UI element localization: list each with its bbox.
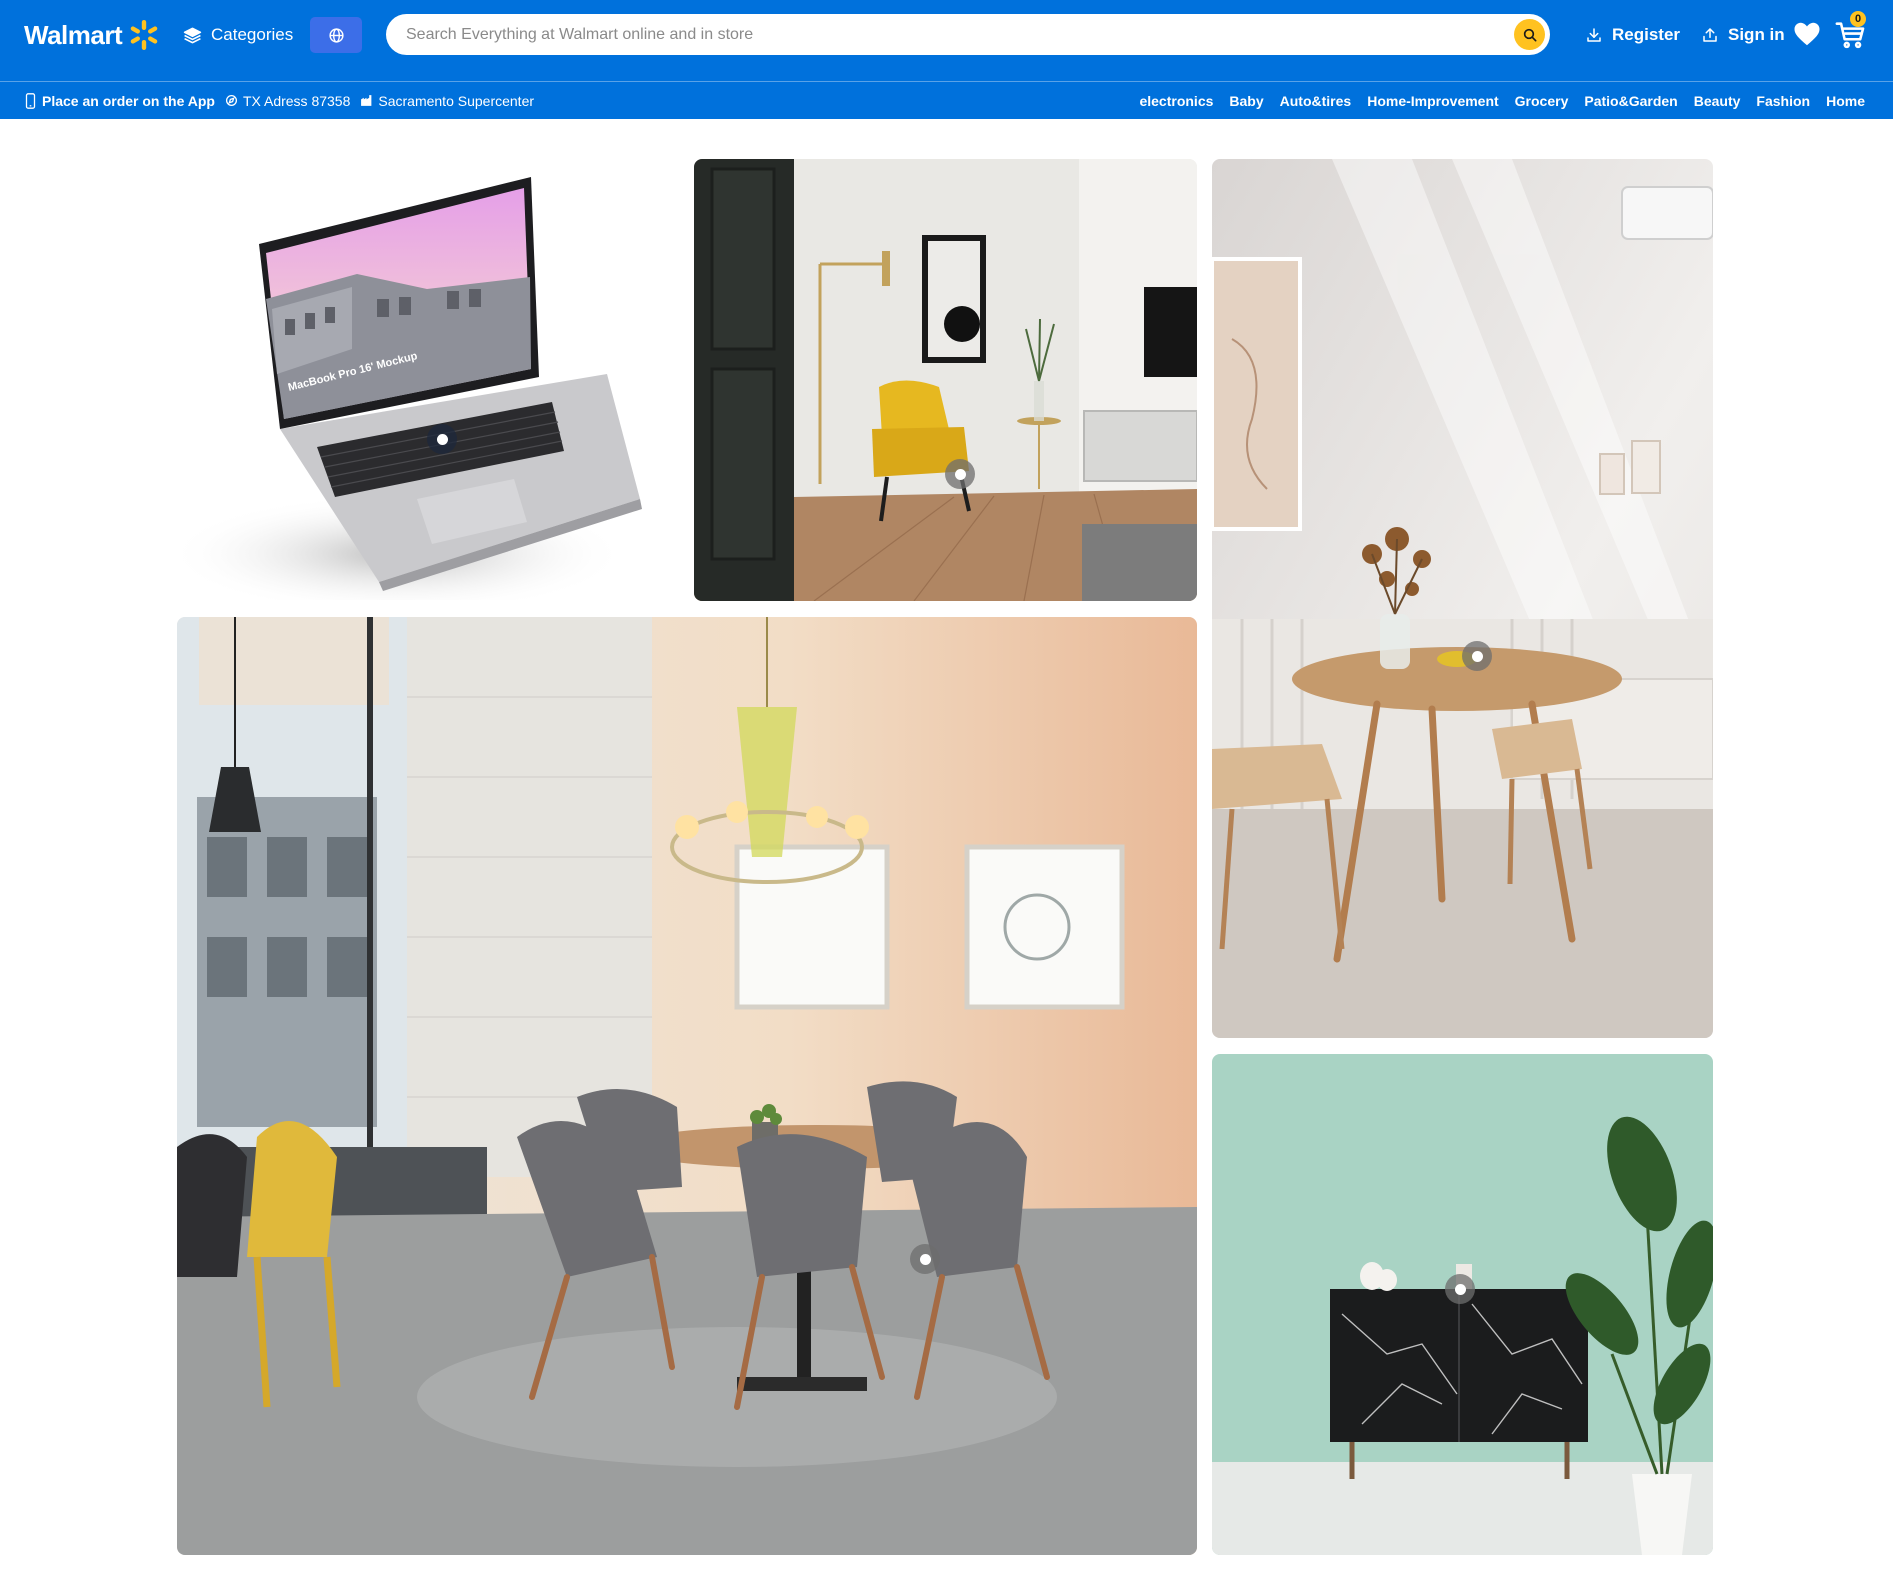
address-link[interactable]: TX Adress 87358	[225, 93, 350, 109]
store-icon	[361, 95, 372, 106]
app-order-label: Place an order on the App	[42, 92, 215, 109]
marble-cabinet-image	[1212, 1054, 1713, 1555]
nav-patio-garden[interactable]: Patio&Garden	[1584, 93, 1677, 109]
search-button[interactable]	[1514, 19, 1545, 50]
search-icon	[1523, 28, 1536, 41]
top-header: Walmart Categories Search Everything at …	[0, 0, 1893, 81]
nav-home[interactable]: Home	[1826, 93, 1865, 109]
gallery-tile-dining-corner[interactable]	[1212, 159, 1713, 1038]
store-label: Sacramento Supercenter	[378, 92, 535, 109]
phone-icon	[25, 92, 36, 109]
department-nav: electronics Baby Auto&tires Home-Improve…	[1139, 82, 1865, 119]
armchair-room-image	[694, 159, 1197, 601]
globe-icon	[328, 27, 344, 43]
hotspot-armchair[interactable]	[945, 459, 975, 489]
gallery-tile-loft-dining[interactable]	[177, 617, 1197, 1555]
dining-corner-image	[1212, 159, 1713, 1038]
nav-grocery[interactable]: Grocery	[1515, 93, 1569, 109]
search-input[interactable]	[406, 14, 1486, 55]
hotspot-marble-cabinet[interactable]	[1445, 1274, 1475, 1304]
wishlist-heart-icon[interactable]	[1792, 19, 1822, 49]
categories-label: Categories	[211, 25, 294, 44]
app-order-link[interactable]: Place an order on the App	[24, 93, 215, 109]
hotspot-dining-corner[interactable]	[1462, 641, 1492, 671]
download-icon	[1587, 28, 1601, 42]
register-label: Register	[1612, 25, 1681, 44]
sub-header: Place an order on the App TX Adress 8735…	[0, 81, 1893, 119]
gallery-tile-armchair[interactable]	[694, 159, 1197, 601]
signin-link[interactable]: Sign in	[1701, 22, 1785, 48]
spark-icon	[130, 20, 158, 50]
nav-home-improvement[interactable]: Home-Improvement	[1367, 93, 1498, 109]
address-label: TX Adress 87358	[242, 92, 351, 109]
store-link[interactable]: Sacramento Supercenter	[360, 93, 534, 109]
search-bar	[386, 14, 1550, 55]
nav-fashion[interactable]: Fashion	[1756, 93, 1810, 109]
laptop-image: MacBook Pro 16' Mockup	[177, 159, 686, 600]
location-bar: Place an order on the App TX Adress 8735…	[24, 82, 534, 119]
register-link[interactable]: Register	[1585, 22, 1680, 48]
cart-count-badge: 0	[1850, 11, 1866, 27]
signin-label: Sign in	[1728, 25, 1785, 44]
gallery-tile-marble-cabinet[interactable]	[1212, 1054, 1713, 1555]
upload-icon	[1703, 28, 1717, 42]
hotspot-laptop[interactable]	[427, 424, 457, 454]
hotspot-loft-dining[interactable]	[910, 1244, 940, 1274]
walmart-logo[interactable]: Walmart	[24, 16, 160, 54]
loft-dining-image	[177, 617, 1197, 1555]
location-icon	[225, 94, 237, 107]
nav-electronics[interactable]: electronics	[1139, 93, 1213, 109]
gallery-tile-laptop[interactable]: MacBook Pro 16' Mockup	[177, 159, 686, 600]
categories-button[interactable]: Categories	[183, 19, 293, 51]
nav-beauty[interactable]: Beauty	[1694, 93, 1741, 109]
nav-auto-tires[interactable]: Auto&tires	[1280, 93, 1352, 109]
language-button[interactable]	[310, 17, 362, 53]
layers-icon	[183, 27, 202, 43]
nav-baby[interactable]: Baby	[1229, 93, 1263, 109]
brand-name: Walmart	[24, 19, 123, 50]
